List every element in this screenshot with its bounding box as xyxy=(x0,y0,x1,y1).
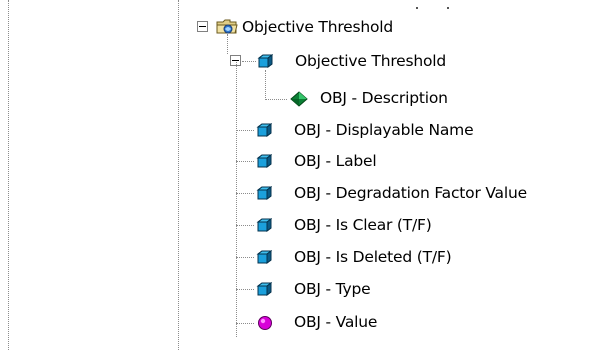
tree-connector xyxy=(227,34,228,54)
collapse-toggle[interactable] xyxy=(197,21,208,32)
tree-node-label: OBJ - Is Clear (T/F) xyxy=(294,216,432,234)
tree-node-obj-displayable-name[interactable]: OBJ - Displayable Name xyxy=(0,119,598,143)
clipped-text-fragment xyxy=(447,7,449,9)
tree-node-obj-is-clear[interactable]: OBJ - Is Clear (T/F) xyxy=(0,214,598,238)
tree-node-label: OBJ - Is Deleted (T/F) xyxy=(294,248,452,266)
tree-node-obj-value[interactable]: OBJ - Value xyxy=(0,313,598,337)
tree-connector xyxy=(242,61,256,62)
tree-node-label: OBJ - Type xyxy=(294,280,371,298)
tree-node-objective-threshold-group[interactable]: Objective Threshold xyxy=(0,52,598,77)
cube-icon xyxy=(256,153,274,169)
tree-view: Objective Threshold Objective Threshold xyxy=(0,0,598,350)
cube-icon xyxy=(257,53,275,69)
tree-connector xyxy=(236,161,254,162)
tree-node-obj-type[interactable]: OBJ - Type xyxy=(0,278,598,302)
cube-icon xyxy=(256,249,274,265)
tree-node-label: Objective Threshold xyxy=(242,18,394,36)
tree-node-objective-threshold-root[interactable]: Objective Threshold xyxy=(0,15,598,39)
tree-connector xyxy=(236,323,254,324)
clipped-text-fragment xyxy=(416,7,418,9)
folder-icon xyxy=(216,18,238,34)
tree-node-label: OBJ - Value xyxy=(294,313,378,331)
tree-node-label: OBJ - Displayable Name xyxy=(294,121,474,139)
tree-connector xyxy=(236,257,254,258)
tree-connector xyxy=(236,225,254,226)
tree-node-label: Objective Threshold xyxy=(295,52,447,70)
tree-connector xyxy=(236,130,254,131)
tree-node-obj-description[interactable]: OBJ - Description xyxy=(0,89,598,113)
tree-node-label: OBJ - Degradation Factor Value xyxy=(294,184,527,202)
tree-node-obj-degradation-factor-value[interactable]: OBJ - Degradation Factor Value xyxy=(0,182,598,206)
tree-node-obj-is-deleted[interactable]: OBJ - Is Deleted (T/F) xyxy=(0,246,598,270)
tree-node-obj-label[interactable]: OBJ - Label xyxy=(0,150,598,174)
diamond-icon xyxy=(290,91,308,107)
tree-connector xyxy=(236,289,254,290)
circle-icon xyxy=(257,315,275,331)
cube-icon xyxy=(256,185,274,201)
cube-icon xyxy=(256,281,274,297)
cube-icon xyxy=(256,217,274,233)
cube-icon xyxy=(256,122,274,138)
tree-node-label: OBJ - Label xyxy=(294,152,377,170)
tree-connector xyxy=(236,193,254,194)
tree-node-label: OBJ - Description xyxy=(320,89,448,107)
